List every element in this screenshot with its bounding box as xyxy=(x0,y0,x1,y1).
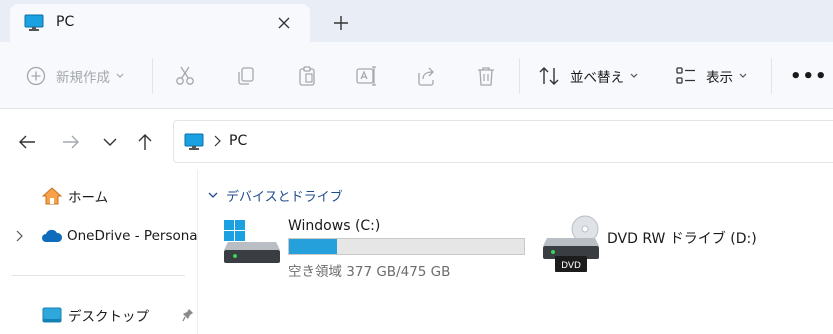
group-title: デバイスとドライブ xyxy=(226,190,343,205)
group-header-devices[interactable]: デバイスとドライブ xyxy=(208,186,343,205)
sidebar-item-label: OneDrive - Persona xyxy=(67,228,198,244)
toolbar-separator xyxy=(152,58,153,94)
command-bar: 新規作成 並べ替え 表示 ••• xyxy=(0,42,833,109)
drive-usage-bar xyxy=(288,238,525,255)
sidebar-item-onedrive[interactable]: OneDrive - Persona xyxy=(16,223,198,249)
forward-button[interactable] xyxy=(58,130,84,154)
drive-free-space: 空き領域 377 GB/475 GB xyxy=(288,264,451,280)
home-icon xyxy=(42,187,62,205)
windows-drive-icon xyxy=(224,220,280,263)
share-icon xyxy=(418,67,434,86)
sidebar-item-desktop[interactable]: デスクトップ xyxy=(42,302,194,328)
cut-button[interactable] xyxy=(174,62,196,90)
new-button[interactable]: 新規作成 xyxy=(26,62,124,90)
tab-strip: PC xyxy=(0,0,833,42)
drive-name: Windows (C:) xyxy=(288,218,381,234)
arrow-up-icon xyxy=(138,134,152,150)
new-tab-button[interactable] xyxy=(330,12,352,34)
sidebar-item-label: ホーム xyxy=(68,190,109,206)
chevron-down-icon xyxy=(739,73,747,78)
pane-divider[interactable] xyxy=(197,170,198,334)
sidebar-divider xyxy=(12,275,185,276)
chevron-down-icon xyxy=(116,73,124,78)
cloud-icon xyxy=(42,229,63,242)
monitor-icon xyxy=(24,14,44,31)
sort-icon xyxy=(539,67,559,85)
add-circle-icon xyxy=(26,66,46,86)
chevron-down-icon xyxy=(103,138,117,146)
clipboard-icon xyxy=(299,66,315,86)
arrow-right-icon xyxy=(63,135,79,149)
toolbar-separator xyxy=(771,58,772,94)
paste-button[interactable] xyxy=(296,62,318,90)
chevron-right-icon[interactable] xyxy=(16,230,23,242)
monitor-icon xyxy=(184,133,204,150)
rename-button[interactable] xyxy=(355,62,377,90)
chevron-down-icon xyxy=(208,192,218,198)
close-tab-button[interactable] xyxy=(274,13,294,33)
sidebar-item-label: デスクトップ xyxy=(68,309,149,325)
share-button[interactable] xyxy=(415,62,437,90)
sort-button[interactable]: 並べ替え xyxy=(538,62,638,90)
trash-icon xyxy=(478,67,494,86)
copy-icon xyxy=(238,67,254,85)
more-icon: ••• xyxy=(790,65,828,87)
recent-locations-button[interactable] xyxy=(97,130,123,154)
plus-icon xyxy=(334,16,348,30)
drive-usage-fill xyxy=(289,239,338,254)
desktop-folder-icon xyxy=(42,307,62,323)
rename-icon xyxy=(356,66,376,86)
address-bar[interactable]: PC xyxy=(173,120,833,163)
view-button[interactable]: 表示 xyxy=(676,62,747,90)
scissors-icon xyxy=(176,66,194,85)
pin-icon[interactable] xyxy=(182,308,194,322)
up-button[interactable] xyxy=(132,130,158,154)
sidebar-item-home[interactable]: ホーム xyxy=(42,183,108,209)
delete-button[interactable] xyxy=(475,62,497,90)
drive-d[interactable]: DVD DVD RW ドライブ (D:) xyxy=(541,214,781,280)
dvd-badge: DVD xyxy=(561,261,581,271)
close-icon xyxy=(278,17,290,29)
breadcrumb[interactable]: PC xyxy=(229,133,247,149)
tab-pc[interactable]: PC xyxy=(10,4,310,42)
arrow-left-icon xyxy=(19,135,35,149)
dvd-drive-icon: DVD xyxy=(543,215,599,272)
chevron-down-icon xyxy=(630,73,638,78)
toolbar-separator xyxy=(519,58,520,94)
new-button-label: 新規作成 xyxy=(56,70,110,86)
copy-button[interactable] xyxy=(235,62,257,90)
view-button-label: 表示 xyxy=(706,70,733,86)
more-options-button[interactable]: ••• xyxy=(790,62,828,90)
tab-title: PC xyxy=(56,14,75,30)
back-button[interactable] xyxy=(14,130,40,154)
sort-button-label: 並べ替え xyxy=(570,70,624,86)
drive-name: DVD RW ドライブ (D:) xyxy=(607,231,757,247)
chevron-right-icon[interactable] xyxy=(214,135,221,147)
view-list-icon xyxy=(676,67,695,84)
